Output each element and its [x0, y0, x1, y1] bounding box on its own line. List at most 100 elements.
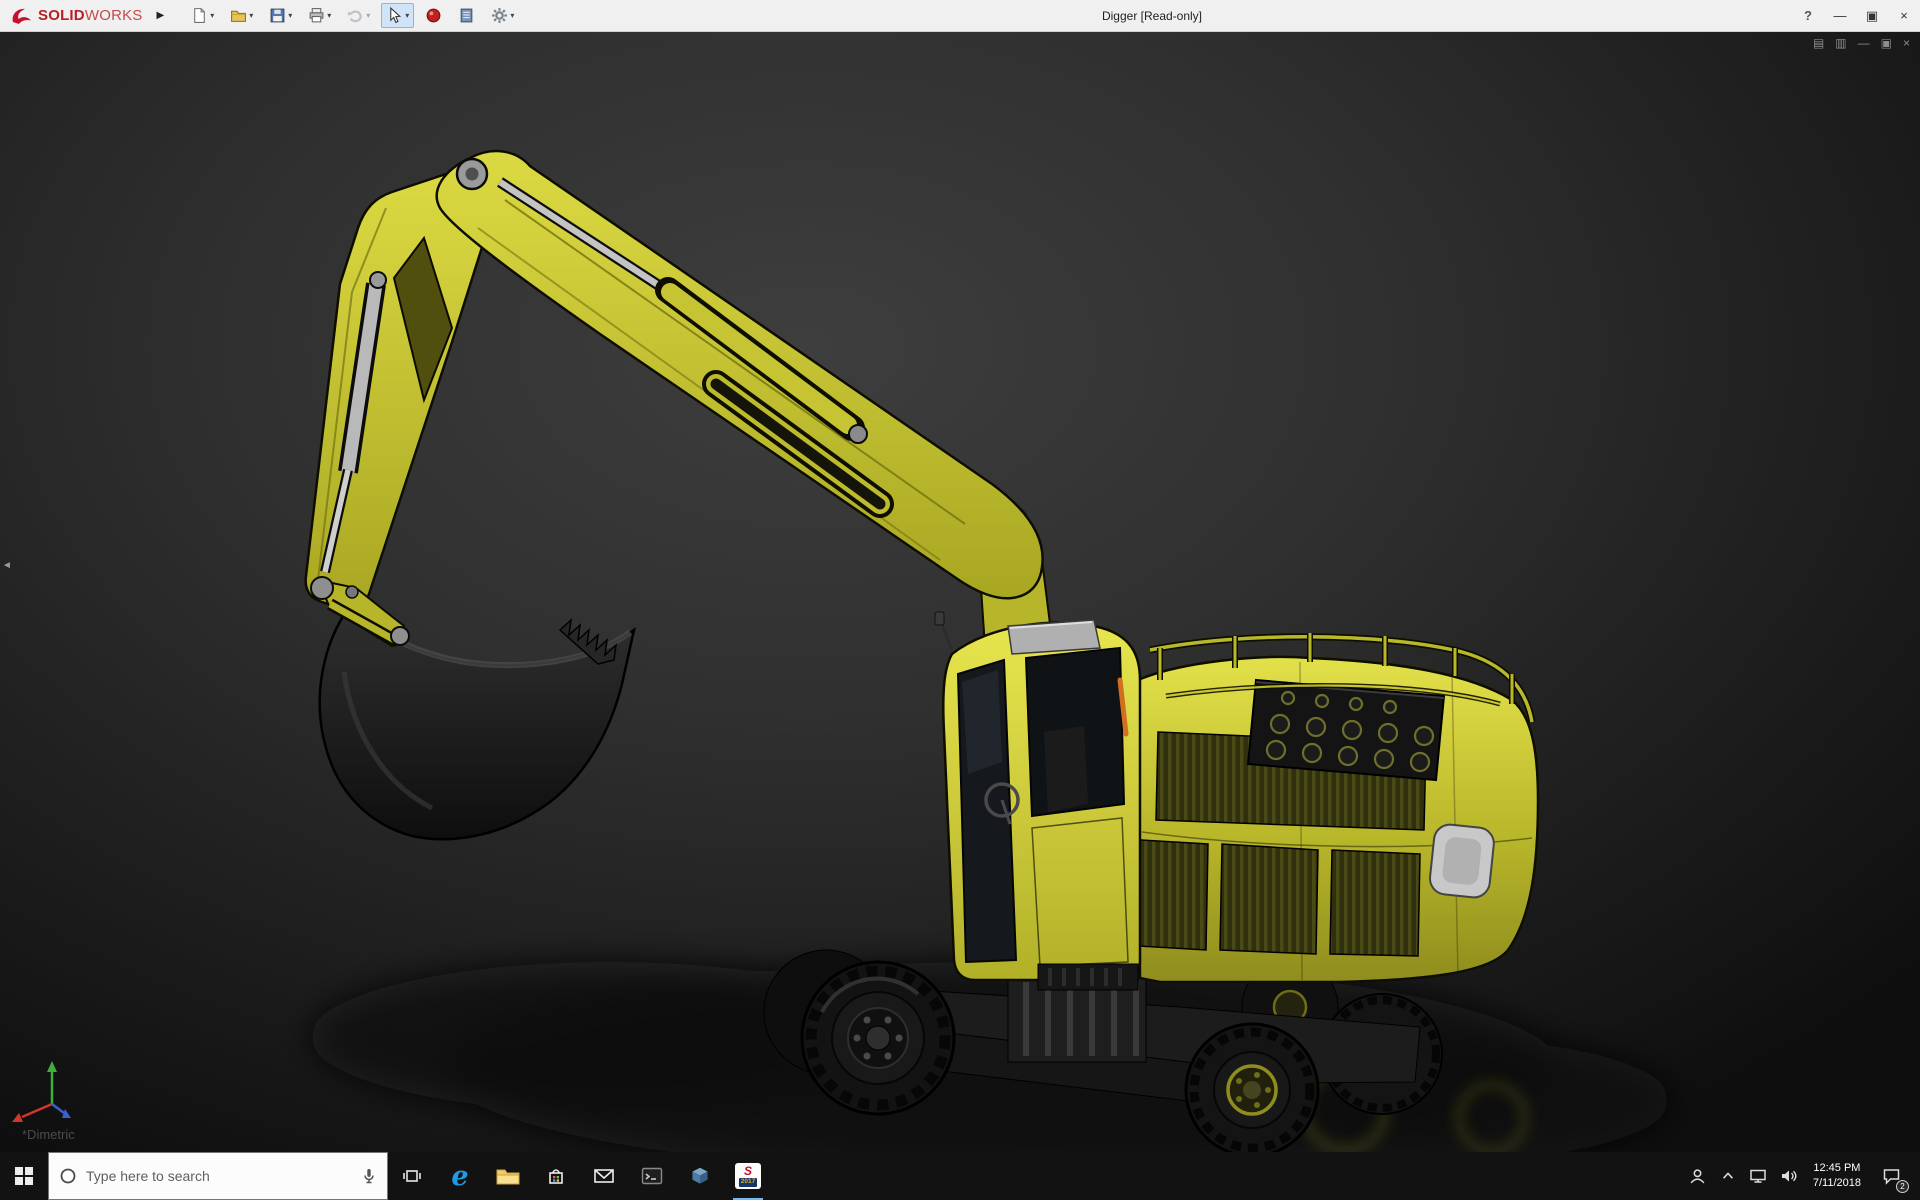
store-button[interactable]	[532, 1152, 580, 1200]
restore-button[interactable]: ▣	[1856, 4, 1888, 28]
console-window-icon	[641, 1166, 663, 1186]
mail-button[interactable]	[580, 1152, 628, 1200]
dropdown-caret[interactable]: ▾	[405, 11, 409, 20]
graphics-area[interactable]: ▤ ▥ — ▣ × ◄ *Dimetric	[0, 32, 1920, 1152]
excavator-model[interactable]	[12, 151, 1670, 1152]
network-icon	[1749, 1168, 1767, 1184]
edge-button[interactable]: e	[436, 1152, 484, 1200]
new-document-button[interactable]: ▾	[186, 3, 219, 28]
document-window-controls: ▤ ▥ — ▣ ×	[1813, 36, 1910, 50]
options-button[interactable]: ▾	[486, 3, 519, 28]
appearances-button[interactable]	[420, 3, 447, 28]
console-button[interactable]	[628, 1152, 676, 1200]
toolbar-flyout-arrow[interactable]: ▶	[149, 10, 173, 21]
appearance-sphere-icon	[425, 7, 442, 24]
file-explorer-button[interactable]	[484, 1152, 532, 1200]
apex-pivot	[457, 159, 487, 189]
speaker-icon	[1779, 1168, 1797, 1184]
document-title: Digger [Read-only]	[1102, 9, 1202, 23]
dropdown-caret[interactable]: ▾	[366, 11, 370, 20]
microphone-icon[interactable]	[361, 1167, 377, 1185]
new-document-icon	[191, 7, 208, 24]
bucket	[320, 606, 634, 839]
wordmark-solid: SOLID	[38, 7, 85, 24]
clock-date: 7/11/2018	[1813, 1176, 1861, 1191]
boom-cylinder	[500, 182, 867, 443]
cad-viewer-button[interactable]	[676, 1152, 724, 1200]
doc-restore-button[interactable]: ▣	[1881, 36, 1892, 50]
system-tray: 12:45 PM 7/11/2018 2	[1683, 1152, 1920, 1200]
people-button[interactable]	[1683, 1152, 1713, 1200]
taskbar-clock[interactable]: 12:45 PM 7/11/2018	[1803, 1161, 1871, 1191]
undo-icon	[347, 7, 364, 24]
select-tool-button[interactable]: ▾	[381, 3, 414, 28]
mirror	[935, 612, 944, 625]
side-grille-2	[1220, 844, 1318, 954]
solidworks-year-badge: 2017	[739, 1178, 757, 1186]
edge-icon: e	[451, 1163, 468, 1190]
model-canvas[interactable]	[0, 32, 1920, 1152]
dropdown-caret[interactable]: ▾	[288, 11, 292, 20]
app-logo: SOLIDWORKS	[0, 6, 149, 26]
print-icon	[308, 7, 325, 24]
ds-logo-icon	[10, 6, 34, 26]
standard-toolbar: ▾ ▾ ▾ ▾	[186, 3, 519, 28]
save-button[interactable]: ▾	[264, 3, 297, 28]
titlebar: SOLIDWORKS ▶ ▾ ▾ ▾	[0, 0, 1920, 32]
chevron-up-icon	[1721, 1169, 1735, 1183]
cortana-circle-icon	[59, 1167, 77, 1185]
dropdown-caret[interactable]: ▾	[327, 11, 331, 20]
help-button[interactable]: ?	[1792, 4, 1824, 27]
folder-icon	[496, 1166, 520, 1186]
open-folder-icon	[230, 7, 247, 24]
side-grille-3	[1330, 850, 1420, 956]
dropdown-caret[interactable]: ▾	[510, 11, 514, 20]
save-icon	[269, 7, 286, 24]
front-right-wheel	[1186, 1024, 1318, 1152]
document-properties-button[interactable]	[453, 3, 480, 28]
windows-taskbar: e	[0, 1152, 1920, 1200]
clock-time: 12:45 PM	[1813, 1161, 1861, 1176]
properties-book-icon	[458, 7, 475, 24]
dropdown-caret[interactable]: ▾	[249, 11, 253, 20]
view-orientation-label: *Dimetric	[22, 1127, 75, 1142]
solidworks-icon: S 2017	[735, 1163, 761, 1189]
search-input[interactable]	[86, 1168, 352, 1184]
mail-envelope-icon	[593, 1167, 615, 1185]
doc-minimize-button[interactable]: —	[1858, 36, 1870, 50]
orientation-triad	[12, 1061, 71, 1122]
close-button[interactable]: ×	[1888, 4, 1920, 27]
network-button[interactable]	[1743, 1152, 1773, 1200]
doc-window-icon-2[interactable]: ▥	[1835, 36, 1846, 50]
cab	[935, 612, 1140, 980]
store-bag-icon	[546, 1166, 566, 1186]
hidden-icons-button[interactable]	[1713, 1152, 1743, 1200]
windows-logo-icon	[15, 1167, 33, 1185]
doc-window-icon-1[interactable]: ▤	[1813, 36, 1824, 50]
start-button[interactable]	[0, 1152, 48, 1200]
solidworks-wordmark: SOLIDWORKS	[38, 7, 143, 24]
boom-arm	[437, 151, 1043, 598]
people-icon	[1689, 1168, 1706, 1185]
dropdown-caret[interactable]: ▾	[210, 11, 214, 20]
solidworks-app-button[interactable]: S 2017	[724, 1152, 772, 1200]
undo-button[interactable]: ▾	[342, 3, 375, 28]
open-button[interactable]: ▾	[225, 3, 258, 28]
service-cover	[1428, 823, 1495, 899]
volume-button[interactable]	[1773, 1152, 1803, 1200]
notification-badge: 2	[1896, 1180, 1909, 1193]
cube-icon	[689, 1165, 711, 1187]
action-center-button[interactable]: 2	[1871, 1152, 1911, 1200]
print-button[interactable]: ▾	[303, 3, 336, 28]
task-view-icon	[402, 1166, 422, 1186]
feature-tree-collapse-arrow[interactable]: ◄	[2, 560, 12, 571]
minimize-button[interactable]: —	[1824, 4, 1856, 27]
solidworks-glyph: S	[744, 1165, 752, 1177]
taskbar-search[interactable]	[48, 1152, 388, 1200]
engine-block	[1248, 680, 1444, 780]
window-controls: ? — ▣ ×	[1792, 4, 1920, 28]
front-lower-grille	[1038, 964, 1138, 990]
gear-icon	[491, 7, 508, 24]
doc-close-button[interactable]: ×	[1903, 36, 1910, 50]
task-view-button[interactable]	[388, 1152, 436, 1200]
